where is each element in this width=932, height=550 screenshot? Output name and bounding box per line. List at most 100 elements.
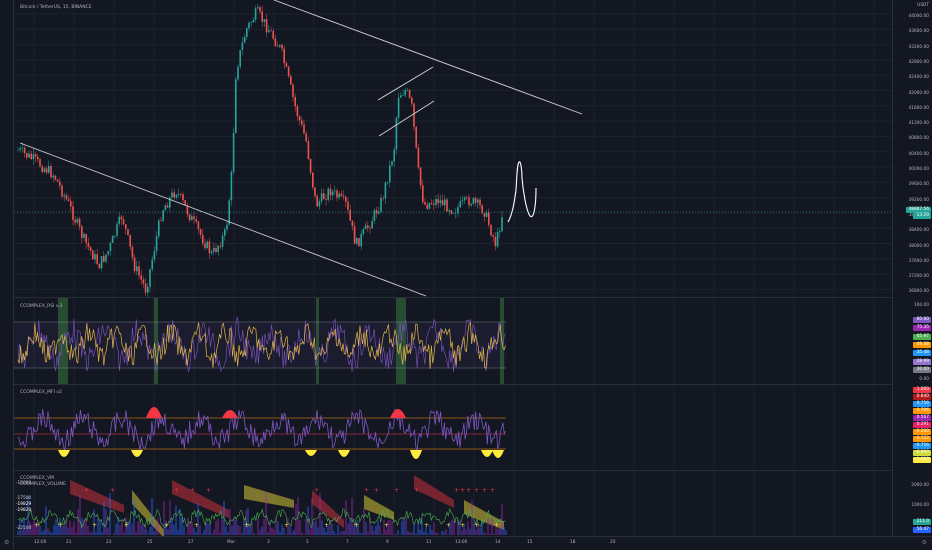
candle-body bbox=[32, 154, 35, 159]
candle-body bbox=[455, 213, 457, 214]
candle-body bbox=[127, 229, 129, 235]
candle-body bbox=[217, 245, 219, 252]
sell-marker: + bbox=[454, 487, 459, 494]
volume-left-label: -19820 bbox=[16, 508, 32, 513]
mfi-value-badge: 0.840 bbox=[913, 394, 931, 400]
time-axis[interactable]: 12:00 21 23 25 27 Mar 3 5 7 9 11 13:00 14 15 18 20 ⚙ bbox=[14, 536, 932, 550]
candle-body bbox=[459, 201, 461, 208]
sell-marker: + bbox=[110, 487, 115, 494]
candle-body bbox=[470, 204, 472, 206]
buy-marker: + bbox=[384, 522, 389, 529]
candle-body bbox=[23, 147, 26, 154]
price-axis[interactable]: USDT 44000.00 43600.00 43200.00 42800.00 424… bbox=[892, 0, 932, 536]
volume-tick: 1000.00 bbox=[911, 503, 929, 508]
candle-body bbox=[140, 275, 142, 280]
price-tick: 42400.00 bbox=[908, 75, 929, 81]
buy-marker: + bbox=[354, 522, 359, 529]
candle-body bbox=[226, 224, 228, 230]
candle-body bbox=[41, 166, 43, 172]
candle-body bbox=[367, 225, 369, 228]
candle-body bbox=[254, 8, 257, 20]
chart-canvas[interactable]: + + + + + + + + + + + + + + + ++ + + + + + + + + + + + + + + + bbox=[14, 0, 892, 536]
time-label: 23 bbox=[106, 540, 112, 545]
candle-body bbox=[221, 235, 224, 247]
candle-body bbox=[292, 84, 294, 97]
candle-body bbox=[408, 89, 411, 98]
candle-body bbox=[419, 167, 422, 186]
price-tick: 38000.00 bbox=[908, 243, 929, 249]
pane-divider[interactable] bbox=[14, 297, 892, 298]
price-tick: 37200.00 bbox=[908, 274, 929, 280]
candle-body bbox=[138, 266, 140, 276]
settings-icon[interactable]: ⚙ bbox=[922, 539, 927, 546]
price-tick: 43600.00 bbox=[908, 29, 929, 35]
volume-left-label: -17500 bbox=[16, 496, 32, 501]
candle-body bbox=[433, 203, 435, 205]
pane-divider[interactable] bbox=[14, 384, 892, 385]
candle-body bbox=[184, 200, 186, 206]
candle-body bbox=[56, 179, 59, 182]
sell-marker: + bbox=[206, 487, 211, 494]
candle-body bbox=[402, 95, 404, 96]
currency-label[interactable]: USDT bbox=[917, 3, 929, 8]
candle-body bbox=[166, 205, 169, 208]
rsi-value-badge: 28.99 bbox=[913, 358, 931, 365]
buy-marker: + bbox=[164, 522, 169, 529]
symbol-title: Bitcoin / TetherUS, 15, BINANCE bbox=[20, 5, 92, 10]
candle-body bbox=[144, 283, 147, 293]
candle-body bbox=[246, 28, 248, 37]
candle-body bbox=[386, 182, 389, 183]
candle-body bbox=[287, 66, 290, 77]
candle-body bbox=[45, 168, 48, 173]
current-price: 38887.56 bbox=[908, 207, 929, 212]
mfi-indicator-title[interactable]: CCOMPLEX_MFI v2 bbox=[20, 390, 62, 395]
candle-body bbox=[415, 126, 417, 148]
candle-body bbox=[298, 116, 301, 121]
buy-marker: + bbox=[494, 522, 499, 529]
mfi-oversold-fill bbox=[338, 450, 350, 457]
candle-body bbox=[50, 166, 52, 178]
candle-body bbox=[426, 204, 428, 209]
candle-body bbox=[72, 206, 74, 220]
candle-body bbox=[122, 219, 125, 225]
buy-marker: + bbox=[474, 522, 479, 529]
candle-body bbox=[477, 199, 479, 203]
candle-body bbox=[155, 236, 158, 252]
candle-body bbox=[424, 202, 426, 205]
buy-marker: + bbox=[324, 522, 329, 529]
candle-body bbox=[208, 241, 211, 254]
candle-body bbox=[296, 106, 299, 117]
rsi-indicator-title[interactable]: CCOMPLEX_RSI v.2 bbox=[20, 304, 62, 309]
candle-body bbox=[384, 182, 387, 199]
buy-marker: + bbox=[446, 522, 451, 529]
candle-body bbox=[215, 247, 217, 252]
candle-body bbox=[406, 89, 409, 91]
candle-body bbox=[70, 201, 72, 207]
candle-body bbox=[116, 223, 118, 236]
time-label: 27 bbox=[188, 540, 194, 545]
candle-body bbox=[34, 154, 37, 157]
time-label: 11 bbox=[426, 540, 432, 545]
pane-divider[interactable] bbox=[14, 470, 892, 471]
settings-icon[interactable]: ⚙ bbox=[4, 539, 9, 546]
candle-body bbox=[204, 243, 206, 249]
sell-marker: + bbox=[190, 487, 195, 494]
rsi-value-badge: 65.97 bbox=[913, 333, 931, 340]
candle-body bbox=[252, 19, 255, 23]
buy-marker: + bbox=[284, 522, 289, 529]
candle-body bbox=[356, 237, 358, 244]
left-drawing-toolbar[interactable]: ⚙ bbox=[0, 0, 14, 550]
candle-body bbox=[76, 218, 79, 223]
candle-body bbox=[243, 36, 246, 43]
mfi-value-badge: 0.291 bbox=[913, 422, 931, 428]
candle-body bbox=[303, 124, 305, 134]
candle-body bbox=[483, 213, 486, 217]
candle-body bbox=[329, 188, 332, 196]
candle-body bbox=[237, 66, 239, 80]
candle-body bbox=[461, 200, 464, 202]
price-tick: 42000.00 bbox=[908, 90, 929, 96]
rsi-highlight-bar bbox=[316, 298, 319, 384]
chart-area[interactable]: + + + + + + + + + + + + + + + + + + + + + + + + + + + + + + + + Bitcoin… bbox=[14, 0, 892, 536]
price-tick: 40000.00 bbox=[908, 167, 929, 172]
candle-body bbox=[199, 229, 202, 235]
